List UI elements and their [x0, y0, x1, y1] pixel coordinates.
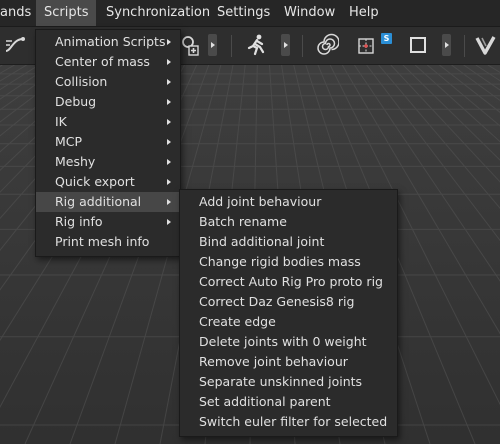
menubar-item-help[interactable]: Help [341, 0, 387, 26]
menu-item-delete-joints-with-0-weight[interactable]: Delete joints with 0 weight [180, 332, 397, 352]
snap-badge: S [381, 33, 392, 44]
menu-item-label: MCP [55, 134, 83, 149]
square-icon[interactable] [406, 33, 430, 57]
menu-item-mcp[interactable]: MCP [36, 132, 180, 152]
menu-item-correct-auto-rig-pro-proto-rig[interactable]: Correct Auto Rig Pro proto rig [180, 272, 397, 292]
menu-item-label: IK [55, 114, 67, 129]
toolbar-separator [464, 35, 465, 57]
square-options-arrow[interactable] [442, 34, 451, 56]
menu-item-rig-info[interactable]: Rig info [36, 212, 180, 232]
toolbar-separator [231, 35, 232, 57]
toolbar-separator [302, 35, 303, 57]
submenu-arrow-icon [167, 179, 171, 185]
menu-item-label: Debug [55, 94, 97, 109]
menu-item-label: Quick export [55, 174, 135, 189]
menu-item-meshy[interactable]: Meshy [36, 152, 180, 172]
scripts-menu: Animation Scripts Center of mass Collisi… [35, 29, 181, 257]
submenu-arrow-icon [167, 79, 171, 85]
menu-item-label: Animation Scripts [55, 34, 166, 49]
snap-grid-icon[interactable] [355, 33, 379, 57]
menu-item-quick-export[interactable]: Quick export [36, 172, 180, 192]
menu-item-remove-joint-behaviour[interactable]: Remove joint behaviour [180, 352, 397, 372]
menu-item-rig-additional[interactable]: Rig additional [36, 192, 180, 212]
add-bone-icon[interactable] [178, 33, 202, 57]
submenu-arrow-icon [167, 219, 171, 225]
menu-item-bind-additional-joint[interactable]: Bind additional joint [180, 232, 397, 252]
run-icon[interactable] [244, 33, 268, 57]
menu-item-separate-unskinned-joints[interactable]: Separate unskinned joints [180, 372, 397, 392]
submenu-arrow-icon [167, 199, 171, 205]
menubar-item-commands[interactable]: ands [0, 0, 39, 26]
menu-item-switch-euler-filter-for-selected[interactable]: Switch euler filter for selected [180, 412, 397, 432]
menubar-item-window[interactable]: Window [276, 0, 343, 26]
menu-item-batch-rename[interactable]: Batch rename [180, 212, 397, 232]
logo-v-icon [475, 36, 496, 55]
menu-bar: ands Scripts Synchronization Settings Wi… [0, 0, 500, 27]
add-bone-options-arrow[interactable] [208, 34, 217, 56]
menubar-item-settings[interactable]: Settings [209, 0, 278, 26]
spiral-icon[interactable] [315, 33, 339, 57]
menu-item-print-mesh-info[interactable]: Print mesh info [36, 232, 180, 252]
menu-item-label: Rig additional [55, 194, 142, 209]
submenu-arrow-icon [167, 119, 171, 125]
menu-item-correct-daz-genesis8-rig[interactable]: Correct Daz Genesis8 rig [180, 292, 397, 312]
menu-item-ik[interactable]: IK [36, 112, 180, 132]
menubar-item-synchronization[interactable]: Synchronization [98, 0, 218, 26]
submenu-arrow-icon [167, 99, 171, 105]
submenu-arrow-icon [167, 159, 171, 165]
menu-item-debug[interactable]: Debug [36, 92, 180, 112]
submenu-arrow-icon [167, 39, 171, 45]
menu-item-collision[interactable]: Collision [36, 72, 180, 92]
menu-item-add-joint-behaviour[interactable]: Add joint behaviour [180, 192, 397, 212]
menu-item-label: Print mesh info [55, 234, 150, 249]
submenu-arrow-icon [167, 59, 171, 65]
menu-item-create-edge[interactable]: Create edge [180, 312, 397, 332]
menu-item-label: Rig info [55, 214, 103, 229]
run-options-arrow[interactable] [281, 34, 290, 56]
menu-item-label: Collision [55, 74, 108, 89]
menu-item-center-of-mass[interactable]: Center of mass [36, 52, 180, 72]
menu-item-label: Meshy [55, 154, 96, 169]
submenu-arrow-icon [167, 139, 171, 145]
curve-icon[interactable] [3, 33, 27, 57]
menu-item-animation-scripts[interactable]: Animation Scripts [36, 32, 180, 52]
menubar-item-scripts[interactable]: Scripts [36, 0, 97, 26]
menu-item-change-rigid-bodies-mass[interactable]: Change rigid bodies mass [180, 252, 397, 272]
rig-additional-submenu: Add joint behaviour Batch rename Bind ad… [179, 189, 398, 437]
menu-item-label: Center of mass [55, 54, 150, 69]
menu-item-set-additional-parent[interactable]: Set additional parent [180, 392, 397, 412]
